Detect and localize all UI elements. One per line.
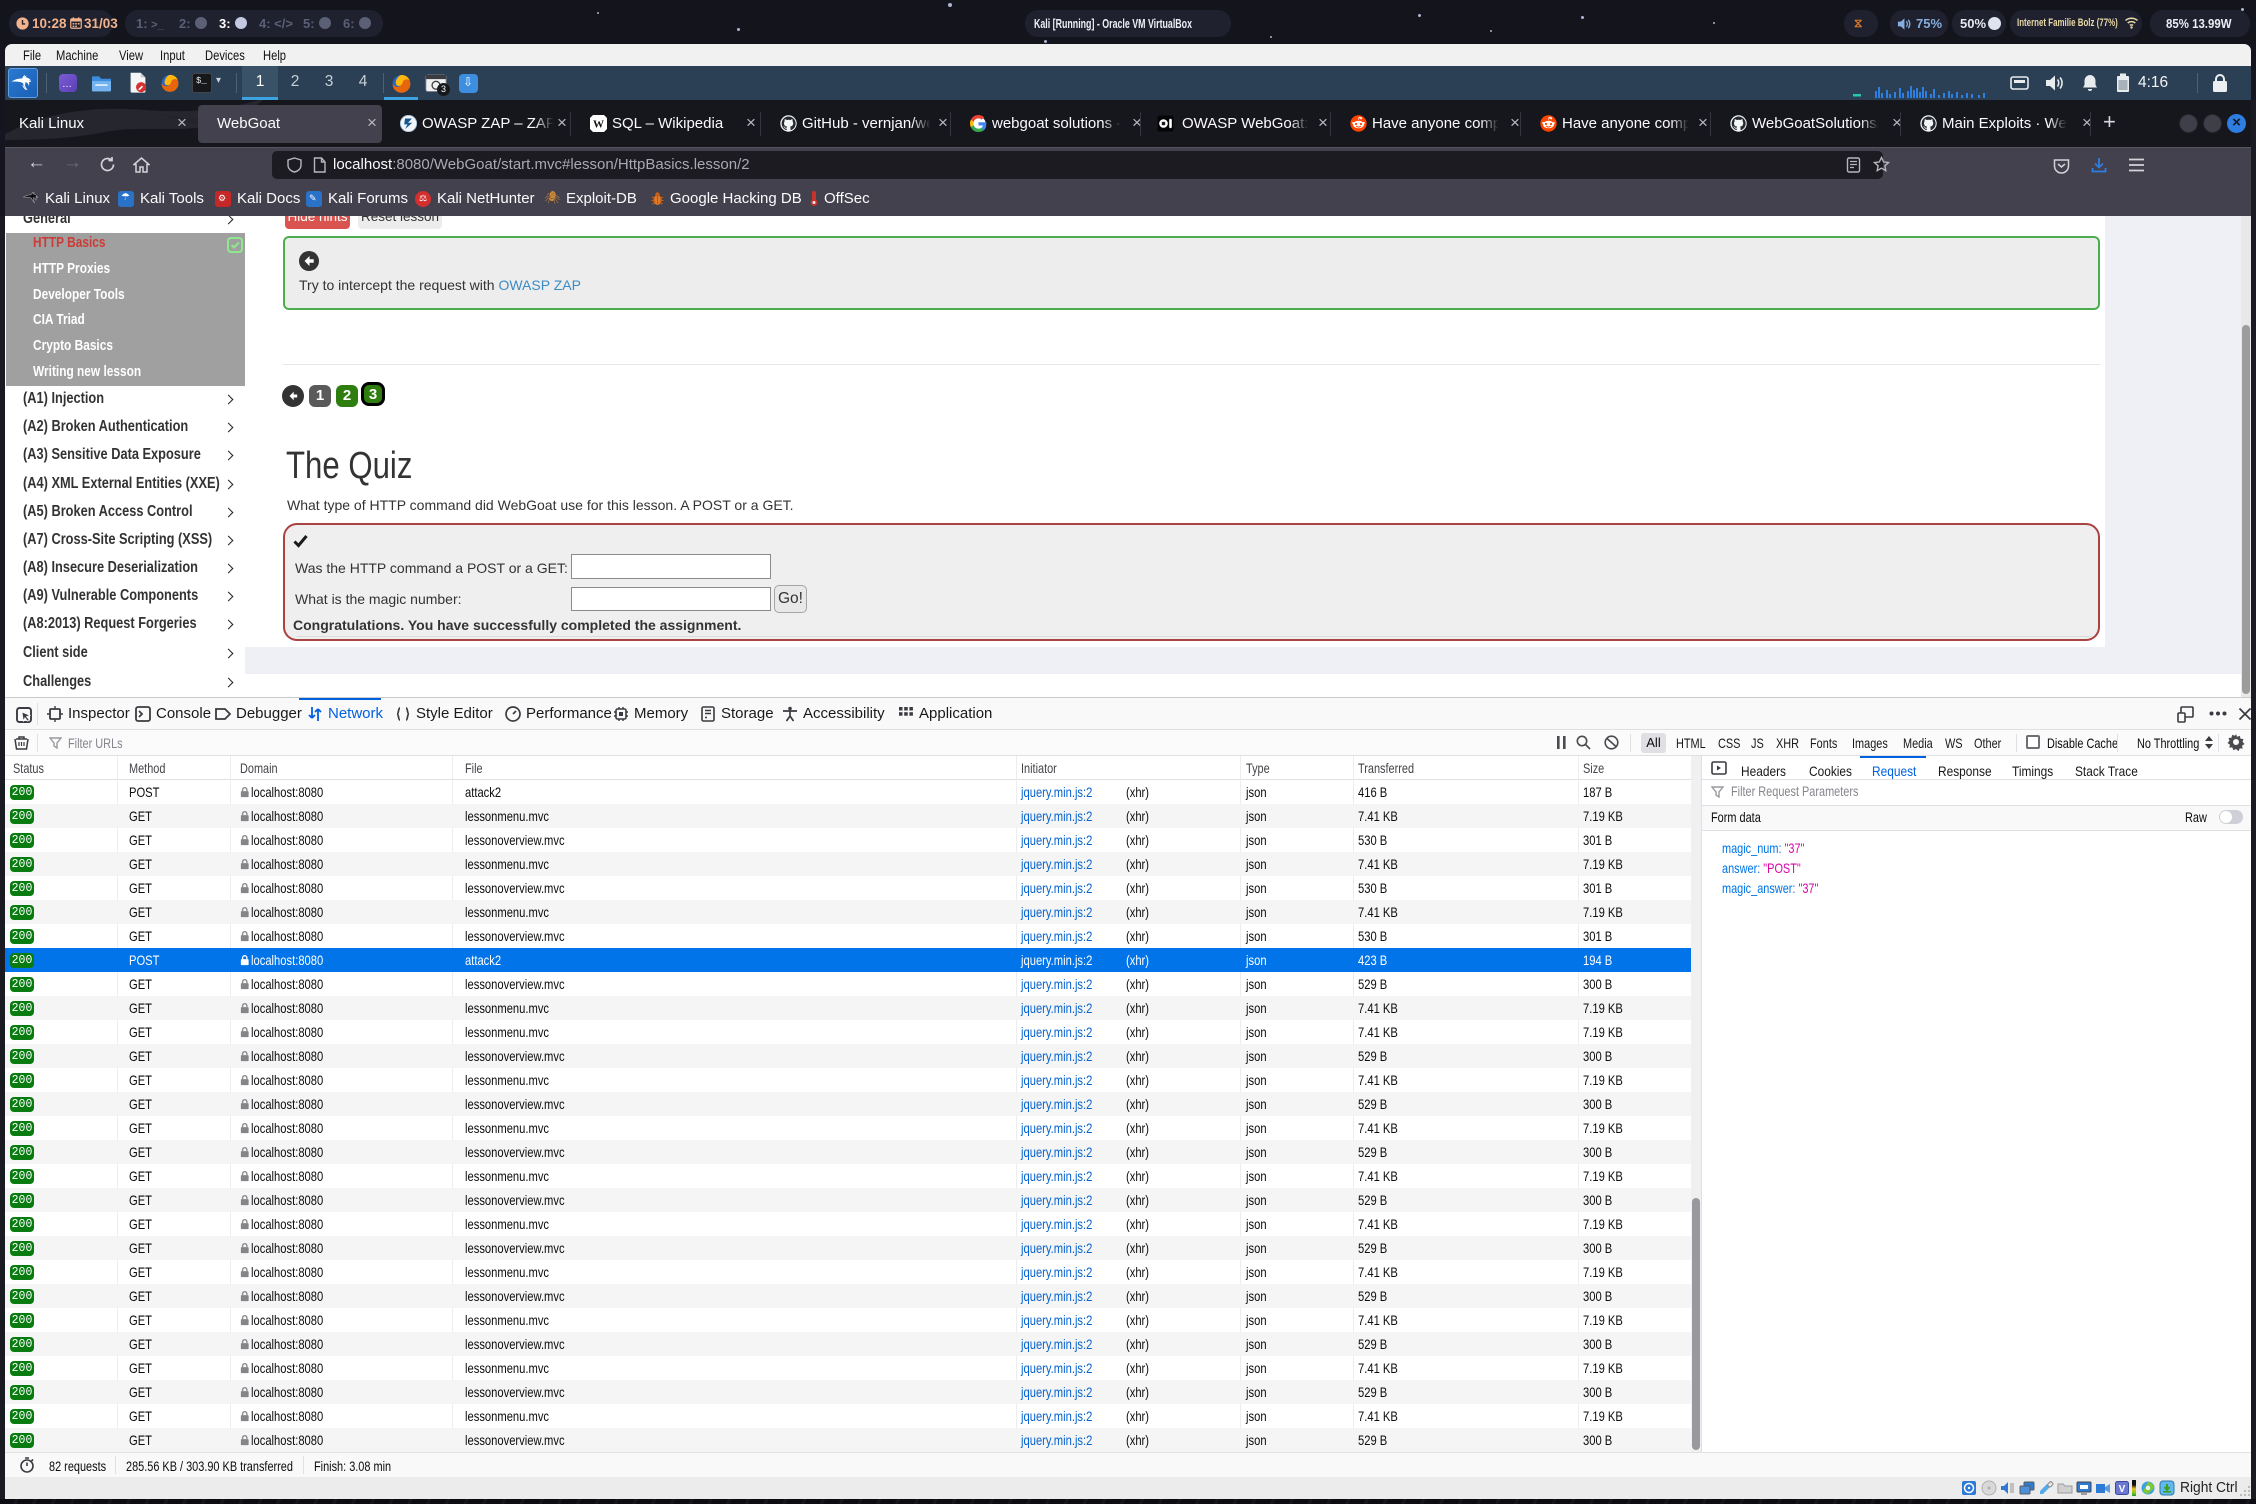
svg-text:W: W <box>593 119 604 131</box>
svg-text:V: V <box>2119 1484 2126 1495</box>
